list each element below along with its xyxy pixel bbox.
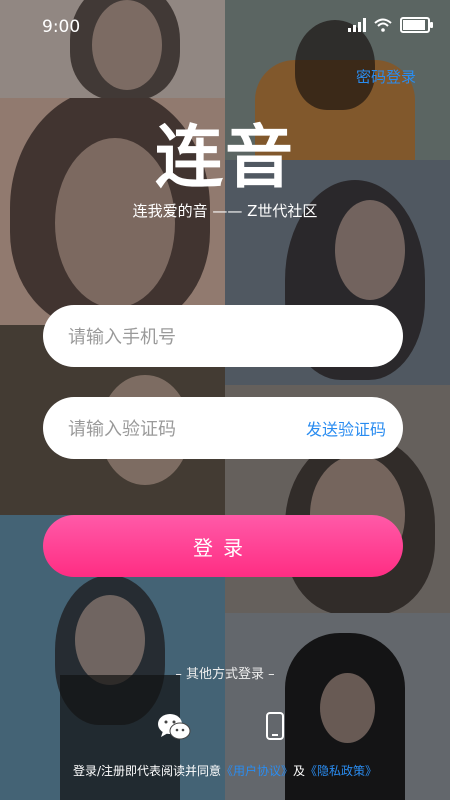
privacy-policy-link[interactable]: 《隐私政策》 [305, 764, 377, 778]
status-time: 9:00 [42, 17, 81, 37]
code-input[interactable]: 请输入验证码 发送验证码 [43, 397, 403, 459]
phone-input-placeholder: 请输入手机号 [68, 327, 176, 348]
phone-icon[interactable] [266, 712, 284, 740]
code-input-placeholder: 请输入验证码 [68, 419, 176, 440]
signal-icon [348, 18, 366, 32]
other-login-title: – 其他方式登录 – [175, 667, 275, 682]
agreement-prefix: 登录/注册即代表阅读并同意 [72, 764, 221, 778]
phone-input[interactable]: 请输入手机号 [43, 305, 403, 367]
wechat-icon[interactable] [157, 712, 191, 742]
agreement-and: 及 [293, 764, 306, 778]
app-logo: 连音 [154, 119, 295, 198]
status-bar: 9:00 [0, 0, 450, 56]
password-login-link[interactable]: 密码登录 [356, 66, 416, 87]
wifi-icon [374, 18, 392, 32]
login-button[interactable]: 登录 [43, 515, 403, 577]
send-code-button[interactable]: 发送验证码 [306, 416, 386, 440]
user-agreement-link[interactable]: 《用户协议》 [221, 764, 293, 778]
app-slogan: 连我爱的音 —— Z世代社区 [132, 202, 318, 220]
battery-icon [400, 17, 433, 33]
agreement-text: 登录/注册即代表阅读并同意《用户协议》及《隐私政策》 [0, 762, 450, 779]
